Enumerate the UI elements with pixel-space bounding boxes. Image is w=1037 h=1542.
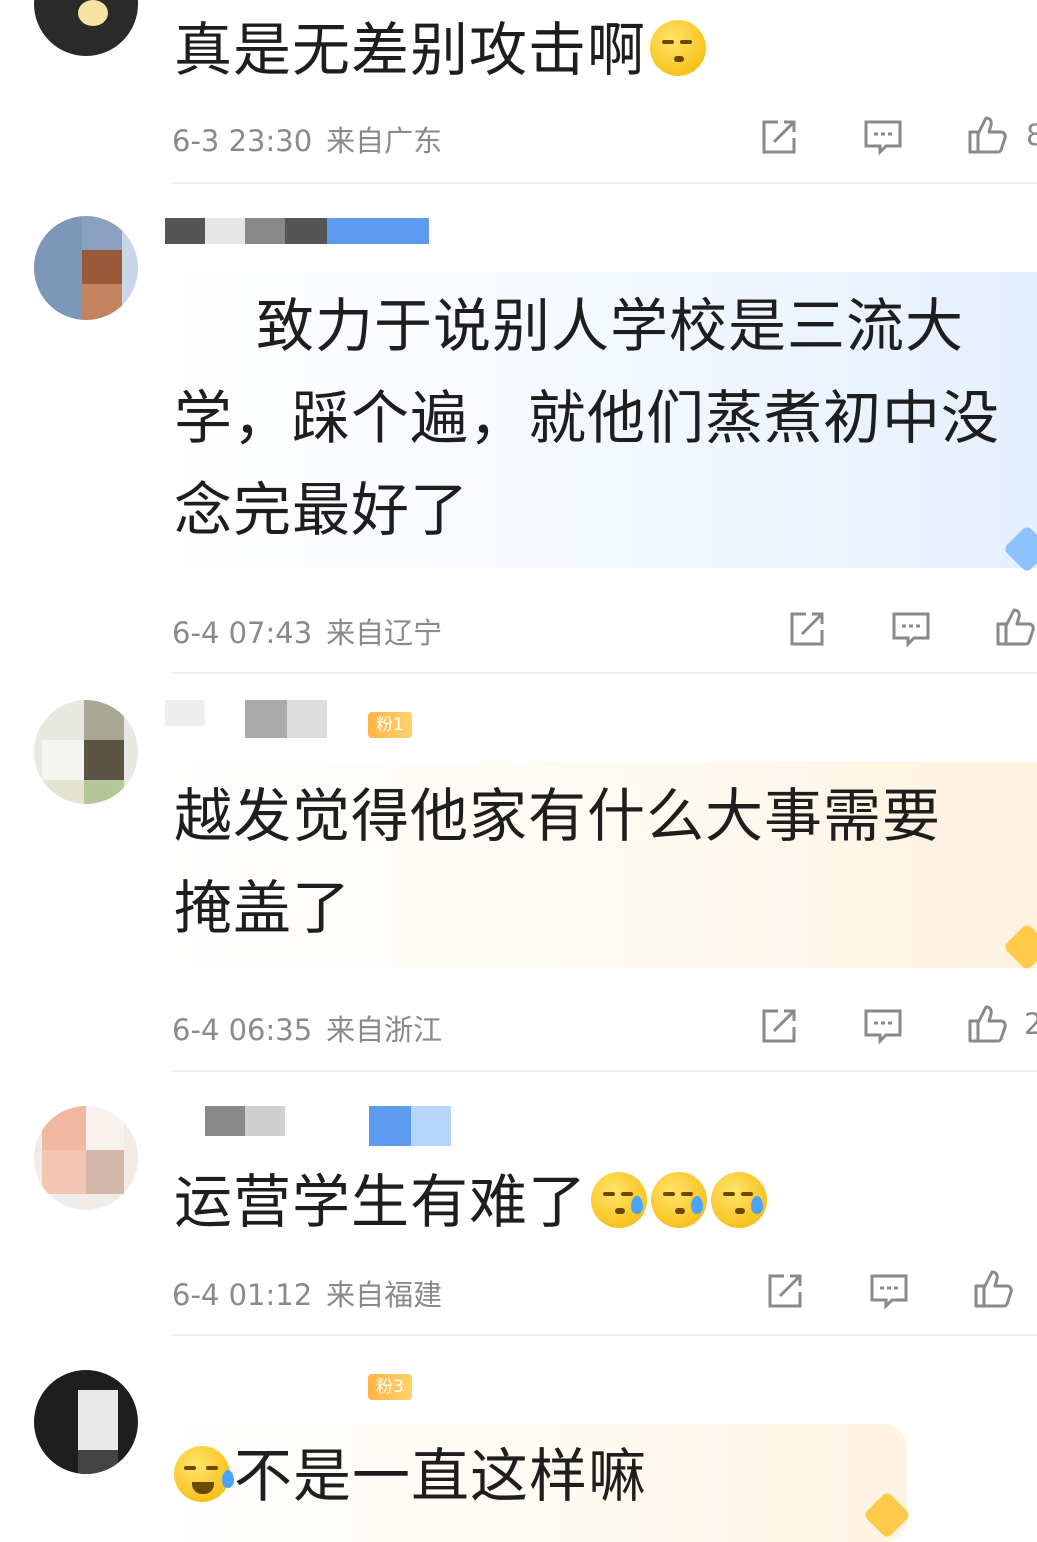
avatar[interactable] bbox=[34, 1370, 138, 1474]
thumbs-up-icon[interactable] bbox=[994, 606, 1036, 648]
laughing-crying-face-icon bbox=[174, 1446, 234, 1502]
avatar[interactable] bbox=[34, 216, 138, 320]
comment-time: 6-4 01:12 bbox=[172, 1278, 313, 1312]
comment-location: 来自浙江 bbox=[326, 1013, 443, 1047]
avatar[interactable] bbox=[34, 0, 138, 56]
comment-location: 来自辽宁 bbox=[326, 616, 443, 650]
fan-level-badge: 粉3 bbox=[368, 1374, 412, 1400]
avatar[interactable] bbox=[34, 1106, 138, 1210]
like-count: 2 bbox=[1024, 1007, 1037, 1041]
sweat-face-icon bbox=[711, 1172, 768, 1228]
comment-meta: 6-4 01:12 来自福建 bbox=[172, 1272, 442, 1314]
share-icon[interactable] bbox=[764, 1270, 806, 1312]
comment-time: 6-4 07:43 bbox=[172, 616, 313, 650]
comment-time: 6-4 06:35 bbox=[172, 1013, 313, 1047]
comment-icon[interactable] bbox=[862, 116, 904, 158]
share-icon[interactable] bbox=[786, 608, 828, 650]
thumbs-up-icon[interactable] bbox=[966, 1003, 1008, 1045]
comment-text: 致力于说别人学校是三流大学，踩个遍，就他们蒸煮初中没念完最好了 bbox=[174, 292, 1001, 544]
divider bbox=[172, 672, 1037, 674]
comment-text: 不是一直这样嘛 bbox=[174, 1430, 1014, 1522]
comment-text: 越发觉得他家有什么大事需要掩盖了 bbox=[174, 782, 942, 942]
comment-time: 6-3 23:30 bbox=[172, 124, 313, 158]
comment-location: 来自广东 bbox=[326, 124, 443, 158]
fan-level-badge: 粉1 bbox=[368, 712, 412, 738]
comment-meta: 6-3 23:30 来自广东 bbox=[172, 118, 442, 160]
comment-meta: 6-4 06:35 来自浙江 bbox=[172, 1007, 442, 1049]
divider bbox=[172, 1334, 1037, 1336]
comment-icon[interactable] bbox=[862, 1005, 904, 1047]
thumbs-up-icon[interactable] bbox=[972, 1268, 1014, 1310]
comment-text: 真是无差别攻击啊 bbox=[174, 4, 1014, 96]
divider bbox=[172, 182, 1037, 184]
comment-text: 运营学生有难了 bbox=[174, 1156, 1014, 1248]
comment-icon[interactable] bbox=[868, 1270, 910, 1312]
comment-icon[interactable] bbox=[890, 608, 932, 650]
sweat-face-icon bbox=[651, 1172, 708, 1228]
divider bbox=[172, 1070, 1037, 1072]
comment-location: 来自福建 bbox=[326, 1278, 443, 1312]
share-icon[interactable] bbox=[758, 1005, 800, 1047]
comment-meta: 6-4 07:43 来自辽宁 bbox=[172, 610, 442, 652]
sweat-face-icon bbox=[591, 1172, 648, 1228]
avatar[interactable] bbox=[34, 700, 138, 804]
share-icon[interactable] bbox=[758, 116, 800, 158]
neutral-face-icon bbox=[650, 20, 707, 76]
like-count: 8 bbox=[1026, 118, 1037, 152]
thumbs-up-icon[interactable] bbox=[966, 114, 1008, 156]
